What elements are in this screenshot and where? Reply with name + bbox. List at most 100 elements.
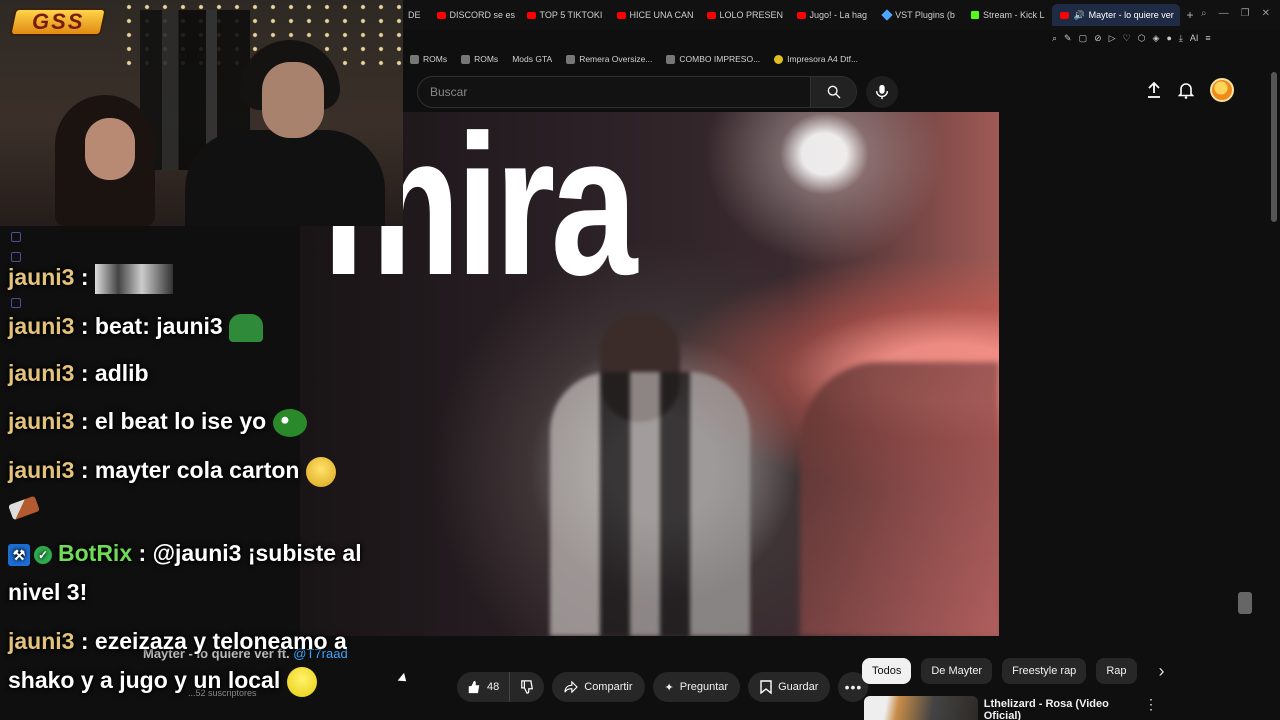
dislike-button[interactable] <box>510 672 544 702</box>
tab-3[interactable]: HICE UNA CAN <box>609 4 699 26</box>
restore-icon[interactable]: ❐ <box>1241 8 1250 19</box>
chat-username: jauni3 <box>8 264 75 290</box>
shop-icon <box>774 54 784 64</box>
cube-icon[interactable]: ◈ <box>1153 33 1160 44</box>
video-player[interactable]: mira <box>300 112 999 636</box>
thumbs-down-icon <box>521 680 534 694</box>
profile-icon[interactable]: ● <box>1166 33 1171 43</box>
chat-username: jauni3 <box>8 360 75 386</box>
bookmark[interactable]: ROMs <box>410 54 447 64</box>
search-button[interactable] <box>810 77 856 107</box>
notifications-bell-icon[interactable] <box>1178 81 1194 99</box>
share-button[interactable]: Compartir <box>552 672 645 702</box>
block-icon[interactable]: ⊘ <box>1094 33 1102 44</box>
tab-label: DE <box>408 10 421 20</box>
sparkle-icon: ✦ <box>664 681 674 694</box>
bookmark[interactable]: Mods GTA <box>512 54 552 64</box>
ask-button[interactable]: ✦ Preguntar <box>652 672 741 702</box>
pin-icon[interactable]: ✎ <box>1064 33 1072 44</box>
recommended-title[interactable]: Lthelizard - Rosa (Video Oficial) <box>984 698 1138 720</box>
like-dislike-group: 48 <box>457 672 545 702</box>
image-emote <box>94 263 173 294</box>
vst-icon <box>881 9 893 21</box>
share-icon <box>564 681 579 693</box>
download-icon[interactable]: ⤓ <box>1179 33 1183 44</box>
bookmark-label: Remera Oversize... <box>579 54 653 64</box>
tab-5[interactable]: Jugo! - La hag <box>789 4 876 26</box>
chat-username: jauni3 <box>8 408 75 434</box>
chat-message: jauni3 : mayter cola carton <box>8 451 398 490</box>
menu-icon[interactable]: ≡ <box>1205 33 1210 43</box>
folder-icon <box>461 54 471 64</box>
chip-all[interactable]: Todos <box>862 658 912 684</box>
stream-chat-overlay: jauni3 : jauni3 : beat: jauni3 jauni3 : … <box>0 232 400 720</box>
search-input[interactable] <box>418 77 810 107</box>
bookmark[interactable]: Impresora A4 Dtf... <box>774 54 858 64</box>
kick-icon <box>970 11 979 19</box>
screenshot-icon[interactable]: ▢ <box>1079 33 1088 44</box>
channel-logo: GSS <box>9 8 107 36</box>
save-button[interactable]: Guardar <box>748 672 831 702</box>
save-label: Guardar <box>778 681 819 693</box>
tab-7[interactable]: Stream - Kick L <box>963 4 1053 26</box>
bookmark-label: Impresora A4 Dtf... <box>787 54 859 64</box>
browser-toolbar: ⌕ ✎ ▢ ⊘ ▷ ♡ ⬡ ◈ ● ⤓ AI ≡ <box>1052 30 1280 46</box>
like-button[interactable]: 48 <box>457 672 511 702</box>
browser-tab-bar: DE DISCORD se es TOP 5 TIKTOKI HICE UNA … <box>400 0 1280 30</box>
video-actions: 48 Compartir ✦ Preguntar Guardar ••• <box>457 672 869 702</box>
tab-1[interactable]: DISCORD se es <box>429 4 519 26</box>
tab-6[interactable]: VST Plugins (b <box>875 4 963 26</box>
minimize-icon[interactable]: — <box>1219 8 1229 19</box>
youtube-icon <box>706 11 716 19</box>
chat-text: mayter cola carton <box>94 457 300 483</box>
tab-4[interactable]: LOLO PRESEN <box>699 4 789 26</box>
bookmark[interactable]: ROMs <box>461 54 498 64</box>
chat-message: jauni3 : el beat lo ise yo <box>8 402 398 441</box>
bookmarks-bar: ROMs ROMs Mods GTA Remera Oversize... CO… <box>400 50 1280 68</box>
webcam-overlay: GSS <box>0 0 403 226</box>
recommended-video[interactable]: Lthelizard - Rosa (Video Oficial) ⋮ <box>864 696 1280 720</box>
recommended-thumbnail[interactable] <box>864 696 978 720</box>
smirk-emote <box>305 456 336 487</box>
more-icon: ••• <box>844 679 863 695</box>
bookmark-icon <box>760 680 772 694</box>
streamer-figure <box>185 130 385 226</box>
bookmark-label: Mods GTA <box>512 54 553 64</box>
chat-message: jauni3 : ezeizaza y teloneamo a shako y … <box>8 622 398 700</box>
tab-active[interactable]: 🔊 Mayter - lo quiere ver <box>1052 4 1181 26</box>
tab-label: LOLO PRESEN <box>719 10 784 20</box>
tab-label: Mayter - lo quiere ver <box>1088 10 1174 20</box>
chat-username: jauni3 <box>8 457 75 483</box>
play-icon[interactable]: ▷ <box>1109 33 1116 44</box>
screen: DE DISCORD se es TOP 5 TIKTOKI HICE UNA … <box>0 0 1280 720</box>
chat-username: BotRix <box>58 540 133 566</box>
chat-text: el beat lo ise yo <box>94 408 267 434</box>
video-frame-figure <box>550 372 750 636</box>
chip-rap[interactable]: Rap <box>1096 658 1137 684</box>
tab-0[interactable]: DE <box>400 4 429 26</box>
extension-floating-icon[interactable] <box>1238 592 1252 614</box>
account-avatar[interactable] <box>1210 78 1234 102</box>
close-icon[interactable]: ✕ <box>1262 8 1270 19</box>
zoom-icon[interactable]: ⌕ <box>1052 33 1057 44</box>
thumbs-up-icon <box>468 680 480 694</box>
search-tabs-icon[interactable]: ⌕ <box>1201 8 1207 19</box>
chip-freestyle-rap[interactable]: Freestyle rap <box>1002 658 1087 684</box>
ai-button[interactable]: AI <box>1190 33 1199 43</box>
chip-de-mayter[interactable]: De Mayter <box>921 658 993 684</box>
voice-search-button[interactable] <box>866 76 898 108</box>
chevron-right-icon[interactable]: › <box>1159 661 1165 682</box>
heart-icon[interactable]: ♡ <box>1123 33 1131 44</box>
kebab-menu-icon[interactable]: ⋮ <box>1144 696 1158 720</box>
new-tab-button[interactable]: + <box>1186 8 1193 22</box>
grimace-emote <box>286 666 317 697</box>
scrollbar[interactable] <box>1271 72 1277 222</box>
extensions-icon[interactable]: ⬡ <box>1138 33 1146 44</box>
upload-icon[interactable] <box>1146 81 1162 99</box>
tab-2[interactable]: TOP 5 TIKTOKI <box>519 4 609 26</box>
bookmark[interactable]: COMBO IMPRESO... <box>666 54 760 64</box>
share-label: Compartir <box>584 681 633 693</box>
bookmark[interactable]: Remera Oversize... <box>566 54 652 64</box>
youtube-icon <box>436 11 446 19</box>
tab-label: Stream - Kick L <box>982 10 1045 20</box>
